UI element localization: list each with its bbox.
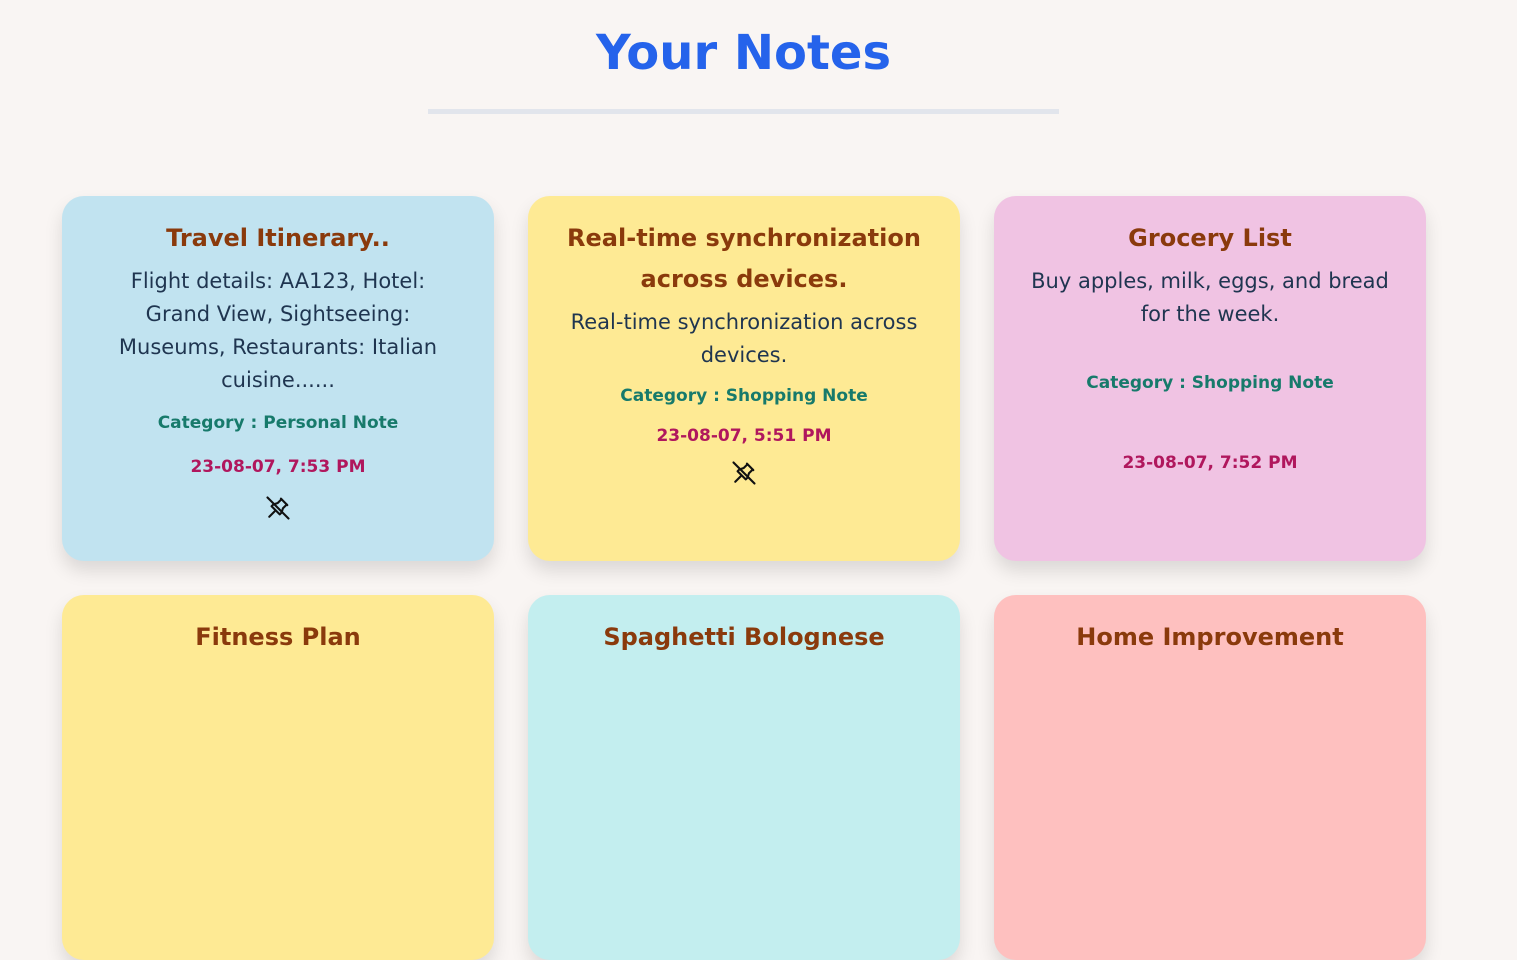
note-title: Travel Itinerary..	[166, 224, 390, 252]
note-category: Category : Personal Note	[157, 413, 399, 433]
note-category: Category : Shopping Note	[1086, 373, 1334, 393]
note-card[interactable]: Home Improvement	[994, 595, 1426, 960]
unpin-button[interactable]	[263, 493, 293, 523]
page-title: Your Notes	[595, 25, 892, 81]
note-date: 23-08-07, 7:53 PM	[190, 457, 366, 477]
pin-off-icon	[266, 496, 290, 520]
note-title: Spaghetti Bolognese	[603, 623, 885, 651]
note-body: Real-time synchronization across devices…	[570, 310, 918, 367]
note-title: Fitness Plan	[195, 623, 361, 651]
note-card[interactable]: Real-time synchronization across devices…	[528, 196, 960, 561]
note-category: Category : Shopping Note	[620, 386, 868, 406]
unpin-button[interactable]	[729, 458, 759, 488]
note-card[interactable]: Grocery List Buy apples, milk, eggs, and…	[994, 196, 1426, 561]
note-body: Flight details: AA123, Hotel: Grand View…	[118, 269, 438, 392]
notes-grid: Travel Itinerary.. Flight details: AA123…	[62, 196, 1426, 960]
note-card[interactable]: Travel Itinerary.. Flight details: AA123…	[62, 196, 494, 561]
note-date: 23-08-07, 5:51 PM	[656, 426, 832, 446]
note-title: Grocery List	[1128, 224, 1292, 252]
note-card[interactable]: Fitness Plan	[62, 595, 494, 960]
note-body: Buy apples, milk, eggs, and bread for th…	[1031, 269, 1389, 326]
title-divider	[428, 109, 1059, 114]
note-date: 23-08-07, 7:52 PM	[1122, 453, 1298, 473]
note-title: Home Improvement	[1076, 623, 1344, 651]
pin-off-icon	[732, 461, 756, 485]
note-card[interactable]: Spaghetti Bolognese	[528, 595, 960, 960]
note-title: Real-time synchronization across devices…	[567, 224, 921, 293]
